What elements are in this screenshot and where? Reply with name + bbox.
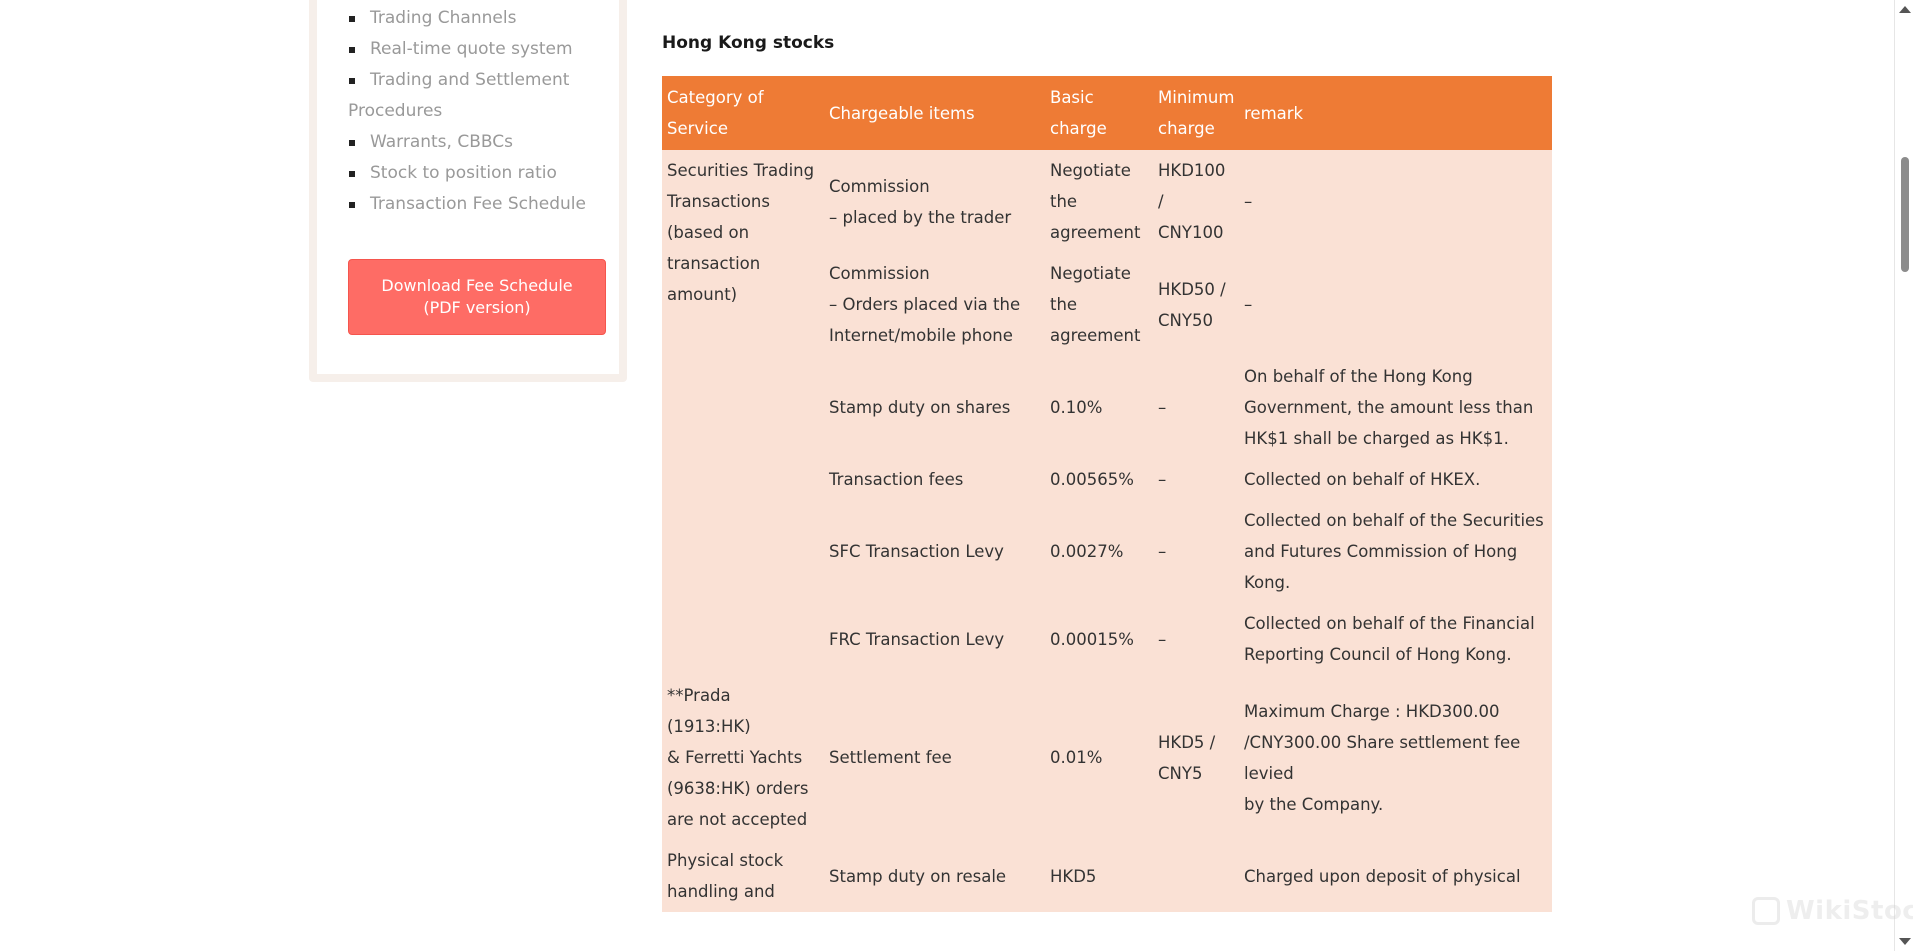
basic-charge-cell: Negotiate the agreement xyxy=(1045,150,1153,253)
category-cell: **Prada (1913:HK) & Ferretti Yachts (9638:… xyxy=(662,675,824,840)
header-chargeable-items: Chargeable items xyxy=(824,76,1045,150)
watermark-text: WikiStock xyxy=(1786,896,1913,926)
remark-cell: Collected on behalf of the Securities and… xyxy=(1239,500,1552,603)
minimum-charge-cell: – xyxy=(1153,500,1239,603)
minimum-charge-cell: – xyxy=(1153,356,1239,459)
section-title: Hong Kong stocks xyxy=(662,33,835,53)
minimum-charge-cell xyxy=(1153,840,1239,912)
download-fee-schedule-button[interactable]: Download Fee Schedule (PDF version) xyxy=(348,259,606,335)
table-row: Securities Trading Transactions (based on t… xyxy=(662,150,1552,675)
remark-cell: Charged upon deposit of physical xyxy=(1239,840,1552,912)
minimum-charge-cell: – xyxy=(1153,603,1239,675)
table-row: Physical stock handling and Stamp duty on … xyxy=(662,840,1552,912)
sidebar-nav: Trading Channels Real-time quote system Tr… xyxy=(348,3,618,220)
basic-charge-cell: HKD5 xyxy=(1045,840,1153,912)
category-cell: Securities Trading Transactions (based on t… xyxy=(662,150,824,675)
download-button-label-line2: (PDF version) xyxy=(423,298,531,317)
chargeable-item-cell: Transaction fees xyxy=(824,459,1045,500)
fee-table: Category of Service Chargeable items Bas… xyxy=(662,76,1552,912)
scroll-down-arrow-icon[interactable] xyxy=(1899,938,1911,945)
table-header-row: Category of Service Chargeable items Bas… xyxy=(662,76,1552,150)
basic-charge-cell: 0.01% xyxy=(1045,675,1153,840)
sidebar: Trading Channels Real-time quote system Tr… xyxy=(309,0,627,382)
basic-charge-cell: 0.0027% xyxy=(1045,500,1153,603)
watermark: WikiStock xyxy=(1752,896,1913,926)
minimum-charge-cell: HKD50 /CNY50 xyxy=(1153,253,1239,356)
page: Trading Channels Real-time quote system Tr… xyxy=(0,0,1913,951)
basic-charge-cell: 0.00015% xyxy=(1045,603,1153,675)
header-basic-charge: Basic charge xyxy=(1045,76,1153,150)
remark-cell: Maximum Charge : HKD300.00/CNY300.00 Sha… xyxy=(1239,675,1552,840)
header-category: Category of Service xyxy=(662,76,824,150)
minimum-charge-cell: – xyxy=(1153,459,1239,500)
basic-charge-cell: 0.00565% xyxy=(1045,459,1153,500)
remark-cell: – xyxy=(1239,150,1552,253)
remark-cell: On behalf of the Hong Kong Government, th… xyxy=(1239,356,1552,459)
sidebar-item[interactable]: Procedures xyxy=(348,96,618,127)
chargeable-item-cell: SFC Transaction Levy xyxy=(824,500,1045,603)
header-minimum-charge: Minimum charge xyxy=(1153,76,1239,150)
sidebar-item[interactable]: Real-time quote system xyxy=(348,34,618,65)
sidebar-item[interactable]: Transaction Fee Schedule xyxy=(348,189,618,220)
header-remark: remark xyxy=(1239,76,1552,150)
sidebar-item[interactable]: Warrants, CBBCs xyxy=(348,127,618,158)
minimum-charge-cell: HKD100 /CNY100 xyxy=(1153,150,1239,253)
scrollbar-thumb[interactable] xyxy=(1901,157,1909,272)
chargeable-item-cell: Commission – placed by the trader xyxy=(824,150,1045,253)
vertical-scrollbar[interactable] xyxy=(1896,0,1913,951)
basic-charge-cell: 0.10% xyxy=(1045,356,1153,459)
minimum-charge-cell: HKD5 /CNY5 xyxy=(1153,675,1239,840)
chargeable-item-cell: Commission – Orders placed via the Interne… xyxy=(824,253,1045,356)
scroll-up-arrow-icon[interactable] xyxy=(1899,6,1911,13)
remark-cell: – xyxy=(1239,253,1552,356)
page-edge xyxy=(1894,0,1895,951)
chargeable-item-cell: Stamp duty on shares xyxy=(824,356,1045,459)
chargeable-item-cell: Stamp duty on resale xyxy=(824,840,1045,912)
wikistock-logo-icon xyxy=(1752,897,1780,925)
remark-cell: Collected on behalf of HKEX. xyxy=(1239,459,1552,500)
remark-cell: Collected on behalf of the Financial Repo… xyxy=(1239,603,1552,675)
basic-charge-cell: Negotiate the agreement xyxy=(1045,253,1153,356)
table-row: **Prada (1913:HK) & Ferretti Yachts (9638:… xyxy=(662,675,1552,840)
sidebar-item[interactable]: Trading and Settlement xyxy=(348,65,618,96)
chargeable-item-cell: Settlement fee xyxy=(824,675,1045,840)
chargeable-item-cell: FRC Transaction Levy xyxy=(824,603,1045,675)
download-button-label-line1: Download Fee Schedule xyxy=(381,276,573,295)
sidebar-item[interactable]: Stock to position ratio xyxy=(348,158,618,189)
sidebar-item[interactable]: Trading Channels xyxy=(348,3,618,34)
sidebar-panel: Trading Channels Real-time quote system Tr… xyxy=(317,0,619,374)
category-cell: Physical stock handling and xyxy=(662,840,824,912)
